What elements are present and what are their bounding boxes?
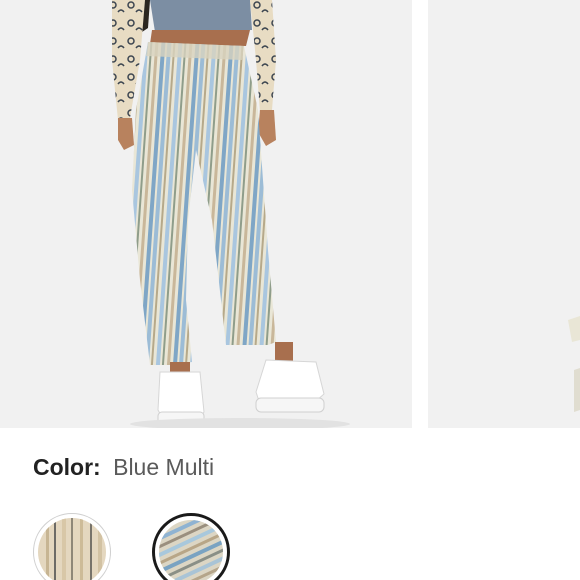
color-selector-label-row: Color: Blue Multi (33, 452, 214, 482)
color-swatch-list (33, 513, 580, 580)
product-image-next[interactable] (428, 0, 580, 428)
color-label: Color: (33, 454, 101, 480)
pants-back-view-illustration (0, 0, 412, 428)
color-swatch-tan-multi[interactable] (33, 513, 111, 580)
next-image-preview (428, 0, 580, 428)
swatch-fabric-blue (159, 520, 223, 580)
color-swatch-blue-multi[interactable] (152, 513, 230, 580)
product-image-carousel[interactable] (0, 0, 580, 428)
product-image-main[interactable] (0, 0, 412, 428)
product-page: Color: Blue Multi (0, 0, 580, 580)
swatch-fabric-tan (38, 518, 106, 580)
selected-color-value: Blue Multi (113, 454, 215, 480)
